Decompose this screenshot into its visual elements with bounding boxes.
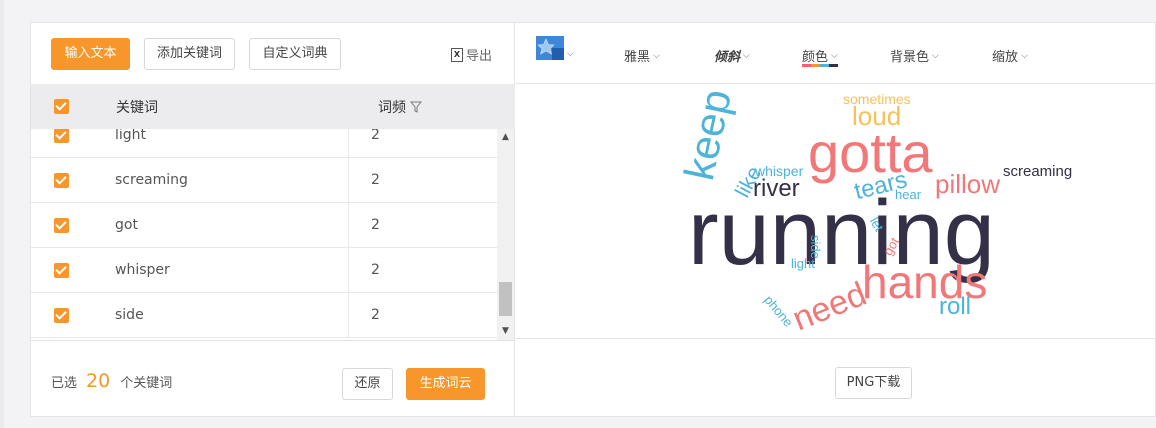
filter-icon[interactable] bbox=[410, 101, 422, 113]
cloud-word: sometimes bbox=[843, 91, 911, 107]
style-selector[interactable]: 倾斜 ⌵ bbox=[714, 46, 750, 65]
generate-cloud-button[interactable]: 生成词云 bbox=[406, 368, 485, 400]
row-keyword: got bbox=[115, 217, 138, 233]
row-keyword: whisper bbox=[115, 262, 170, 278]
row-checkbox[interactable] bbox=[54, 129, 69, 143]
zoom-label: 缩放 bbox=[992, 50, 1019, 65]
row-checkbox[interactable] bbox=[54, 218, 69, 233]
wordcloud-canvas: running gotta hands keep loud sometimes … bbox=[516, 85, 1156, 339]
table-row: whisper 2 bbox=[31, 248, 497, 293]
table-row: got 2 bbox=[31, 203, 497, 248]
palette-swatch bbox=[802, 64, 811, 67]
row-keyword: light bbox=[115, 129, 147, 143]
color-label: 颜色 bbox=[802, 50, 829, 65]
style-label: 倾斜 bbox=[714, 50, 741, 65]
row-checkbox[interactable] bbox=[54, 308, 69, 323]
cloud-word: need bbox=[787, 274, 872, 339]
color-selector[interactable]: 颜色 ⌵ bbox=[802, 46, 838, 65]
cloud-word: hear bbox=[895, 187, 922, 202]
scroll-down-arrow-icon[interactable]: ▼ bbox=[497, 323, 514, 340]
table-row: light 2 bbox=[31, 129, 497, 158]
row-frequency: 2 bbox=[371, 217, 380, 233]
frequency-column-header[interactable]: 词频 bbox=[378, 97, 422, 117]
row-checkbox[interactable] bbox=[54, 173, 69, 188]
style-toolbar: ⌵ 雅黑 ⌵ 倾斜 ⌵ 颜色 ⌵ 背景色 ⌵ 缩放 ⌵ bbox=[516, 23, 1156, 84]
chevron-down-icon: ⌵ bbox=[653, 50, 660, 61]
table-scrollbar[interactable]: ▲ ▼ bbox=[497, 129, 514, 340]
chevron-down-icon: ⌵ bbox=[932, 50, 939, 61]
cloud-word: screaming bbox=[1003, 163, 1073, 180]
scroll-thumb[interactable] bbox=[499, 282, 512, 316]
select-all-checkbox[interactable] bbox=[54, 99, 69, 114]
table-row: screaming 2 bbox=[31, 158, 497, 203]
row-checkbox[interactable] bbox=[54, 263, 69, 278]
keyword-table-body: light 2 screaming 2 got 2 whisper 2 side… bbox=[31, 129, 497, 340]
chevron-down-icon: ⌵ bbox=[567, 49, 574, 59]
selected-prefix: 已选 bbox=[51, 376, 78, 391]
cloud-word: whisper bbox=[755, 163, 804, 179]
column-divider bbox=[348, 293, 349, 337]
background-selector[interactable]: 背景色 ⌵ bbox=[890, 46, 939, 65]
row-keyword: screaming bbox=[115, 172, 188, 188]
palette-swatch bbox=[829, 64, 838, 67]
palette-swatch bbox=[811, 64, 820, 67]
chevron-down-icon: ⌵ bbox=[1021, 50, 1028, 61]
chevron-down-icon: ⌵ bbox=[743, 50, 750, 61]
cloud-word: light bbox=[791, 256, 815, 271]
font-selector[interactable]: 雅黑 ⌵ bbox=[624, 46, 660, 65]
wordcloud-app: 输入文本 添加关键词 自定义词典 X 导出 关键词 词频 light 2 scr… bbox=[30, 22, 1156, 417]
selected-suffix: 个关键词 bbox=[120, 376, 173, 391]
left-edge bbox=[0, 0, 4, 428]
wordcloud-footer: PNG下载 bbox=[516, 340, 1156, 416]
shape-selector[interactable]: ⌵ bbox=[536, 36, 574, 60]
table-row: side 2 bbox=[31, 293, 497, 338]
keyword-column-header: 关键词 bbox=[116, 100, 158, 116]
palette-swatch bbox=[820, 64, 829, 67]
selected-count: 20 bbox=[86, 370, 111, 392]
column-divider bbox=[348, 158, 349, 202]
zoom-selector[interactable]: 缩放 ⌵ bbox=[992, 46, 1028, 65]
selected-summary: 已选 20 个关键词 bbox=[51, 370, 172, 392]
wordcloud-panel: ⌵ 雅黑 ⌵ 倾斜 ⌵ 颜色 ⌵ 背景色 ⌵ 缩放 ⌵ running gott… bbox=[516, 23, 1156, 416]
cloud-word: pillow bbox=[935, 169, 1001, 199]
excel-icon: X bbox=[451, 47, 463, 62]
chevron-down-icon: ⌵ bbox=[831, 50, 838, 61]
star-shape-icon bbox=[536, 36, 564, 60]
column-divider bbox=[348, 248, 349, 292]
export-label: 导出 bbox=[466, 49, 493, 64]
keyword-toolbar: 输入文本 添加关键词 自定义词典 X 导出 bbox=[31, 23, 515, 84]
column-divider bbox=[348, 129, 349, 157]
reset-button[interactable]: 还原 bbox=[342, 368, 393, 400]
cloud-word: keep bbox=[675, 85, 740, 185]
table-header: 关键词 词频 bbox=[31, 84, 515, 129]
scroll-up-arrow-icon[interactable]: ▲ bbox=[497, 129, 514, 146]
row-frequency: 2 bbox=[371, 262, 380, 278]
custom-dict-button[interactable]: 自定义词典 bbox=[249, 38, 341, 70]
font-label: 雅黑 bbox=[624, 50, 651, 65]
row-keyword: side bbox=[115, 307, 144, 323]
row-frequency: 2 bbox=[371, 129, 380, 143]
row-frequency: 2 bbox=[371, 307, 380, 323]
column-divider bbox=[348, 203, 349, 247]
frequency-label: 词频 bbox=[378, 100, 406, 116]
background-label: 背景色 bbox=[890, 50, 930, 65]
input-text-button[interactable]: 输入文本 bbox=[51, 38, 130, 70]
add-keyword-button[interactable]: 添加关键词 bbox=[144, 38, 235, 70]
color-palette-strip bbox=[802, 64, 838, 67]
cloud-word: roll bbox=[939, 293, 972, 320]
export-button[interactable]: X 导出 bbox=[451, 45, 492, 64]
cloud-word: gotta bbox=[808, 121, 933, 184]
keyword-panel: 输入文本 添加关键词 自定义词典 X 导出 关键词 词频 light 2 scr… bbox=[31, 23, 515, 416]
png-download-button[interactable]: PNG下载 bbox=[835, 367, 912, 399]
row-frequency: 2 bbox=[371, 172, 380, 188]
keyword-footer: 已选 20 个关键词 还原 生成词云 bbox=[31, 340, 515, 416]
